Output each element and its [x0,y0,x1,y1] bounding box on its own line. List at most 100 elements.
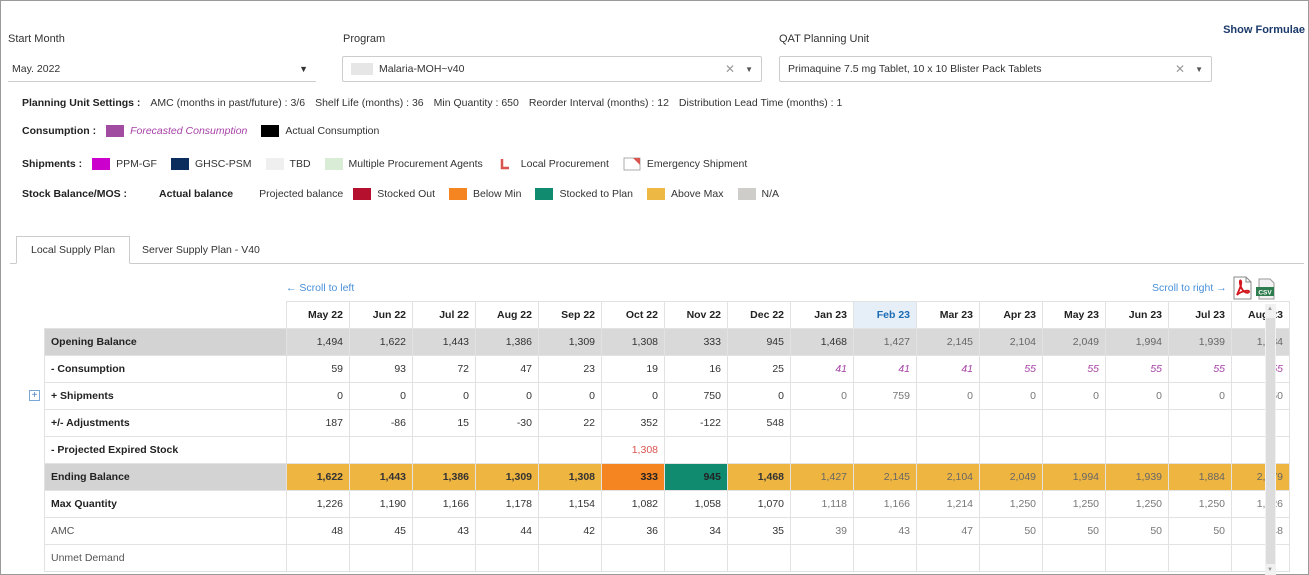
table-cell[interactable]: 0 [601,382,665,410]
table-cell [853,544,917,572]
scrollbar-thumb[interactable] [1266,318,1275,564]
row-label: + Shipments [44,382,287,410]
table-cell [1105,544,1169,572]
table-cell [286,436,350,464]
table-cell: 55 [1042,355,1106,383]
table-cell [1168,544,1232,572]
planning-unit-select[interactable]: Primaquine 7.5 mg Tablet, 10 x 10 Bliste… [779,56,1212,82]
table-cell[interactable]: 0 [916,382,980,410]
table-cell: 2,104 [916,463,980,491]
table-cell[interactable]: 0 [538,382,602,410]
table-cell: 1,226 [1231,490,1290,518]
table-vertical-scrollbar[interactable]: ▲ ▼ [1265,304,1276,575]
table-cell: 1,214 [916,490,980,518]
forecasted-swatch [106,125,125,137]
tab-local-supply-plan[interactable]: Local Supply Plan [16,236,131,264]
table-cell [1231,436,1290,464]
table-cell: 1,386 [475,328,539,356]
chevron-down-icon[interactable]: ▼ [745,65,753,74]
row-label: - Consumption [44,355,287,383]
consumption-legend: Consumption : Forecasted Consumption Act… [22,125,383,137]
scroll-left-link[interactable]: ← Scroll to left [286,282,354,294]
table-cell [286,544,350,572]
stock-balance-legend: Stock Balance/MOS : Actual balance Proje… [22,188,783,200]
table-cell[interactable]: 0 [979,382,1043,410]
table-cell: 43 [412,517,476,545]
start-month-select[interactable]: May. 2022 ▼ [8,56,316,82]
expired-stock-row: - Projected Expired Stock 1,308 [44,436,1290,464]
chevron-down-icon[interactable]: ▼ [1195,65,1203,74]
clear-icon[interactable]: ✕ [725,62,735,76]
scroll-right-link[interactable]: Scroll to right → [1152,282,1227,294]
planning-unit-value: Primaquine 7.5 mg Tablet, 10 x 10 Bliste… [788,63,1042,75]
table-cell [853,409,917,437]
table-cell: 36 [601,517,665,545]
show-formulae-link[interactable]: Show Formulae [1223,24,1305,36]
table-cell: 1,443 [412,328,476,356]
row-label: Max Quantity [44,490,287,518]
planning-unit-settings: Planning Unit Settings : AMC (months in … [22,97,842,109]
shipments-legend: Shipments : PPM-GF GHSC-PSM TBD Multiple… [22,157,751,171]
table-cell[interactable]: 0 [790,382,854,410]
pdf-export-icon[interactable] [1231,276,1253,300]
table-cell [916,436,980,464]
table-cell: 1,494 [286,328,350,356]
month-header: Nov 22 [664,301,728,329]
shipments-row: + Shipments0000007500075900000750 [44,382,1290,410]
month-header-current: Feb 23 [853,301,917,329]
program-select[interactable]: Malaria-MOH~v40 ✕ ▼ [342,56,762,82]
table-cell [664,436,728,464]
clear-icon[interactable]: ✕ [1175,62,1185,76]
table-cell [538,436,602,464]
table-cell: 25 [727,355,791,383]
scroll-up-icon[interactable]: ▲ [1267,306,1273,312]
table-cell [727,544,791,572]
multiple-agents-label: Multiple Procurement Agents [348,158,483,170]
table-cell[interactable]: 0 [349,382,413,410]
table-cell[interactable]: 759 [853,382,917,410]
table-cell: 50 [979,517,1043,545]
table-cell[interactable]: 0 [1168,382,1232,410]
consumption-row: - Consumption 59 93 72 47 23 19 16 25 41 41 41 55 55 5… [44,355,1290,383]
table-cell[interactable]: 0 [412,382,476,410]
table-cell[interactable]: 0 [1105,382,1169,410]
table-cell[interactable]: 0 [286,382,350,410]
table-cell[interactable]: 750 [1231,382,1290,410]
above-max-swatch [646,188,665,200]
table-cell: 1,154 [538,490,602,518]
expand-shipments-icon[interactable]: + [29,390,40,401]
ghsc-psm-swatch [170,158,189,170]
dropdown-caret-icon: ▼ [299,63,308,74]
table-cell [475,544,539,572]
table-cell: 41 [916,355,980,383]
table-cell [916,544,980,572]
table-cell [790,436,854,464]
supply-plan-tabs: Local Supply Plan Server Supply Plan - V… [10,236,1304,264]
tbd-swatch [265,158,284,170]
stocked-out-label: Stocked Out [377,188,435,200]
table-cell: 1,884 [1168,463,1232,491]
table-cell: 1,118 [790,490,854,518]
table-cell: 1,166 [853,490,917,518]
scroll-down-icon[interactable]: ▼ [1267,567,1273,573]
month-header: May 22 [286,301,350,329]
table-cell: 1,166 [412,490,476,518]
table-cell[interactable]: 0 [727,382,791,410]
table-cell: 22 [538,409,602,437]
table-cell: 1,309 [538,328,602,356]
actual-label: Actual Consumption [285,125,380,137]
table-cell: -122 [664,409,728,437]
table-cell[interactable]: 0 [1042,382,1106,410]
table-cell [916,409,980,437]
table-cell[interactable]: 750 [664,382,728,410]
table-cell: 43 [853,517,917,545]
settings-label: Planning Unit Settings : [22,97,141,109]
csv-export-icon[interactable]: CSV [1255,278,1277,300]
table-cell [601,544,665,572]
table-cell: 55 [1105,355,1169,383]
actual-swatch [261,125,280,137]
table-cell: 47 [916,517,980,545]
tab-server-supply-plan[interactable]: Server Supply Plan - V40 [128,236,274,264]
table-cell[interactable]: 0 [475,382,539,410]
lead-time-setting: Distribution Lead Time (months) : 1 [678,97,843,109]
